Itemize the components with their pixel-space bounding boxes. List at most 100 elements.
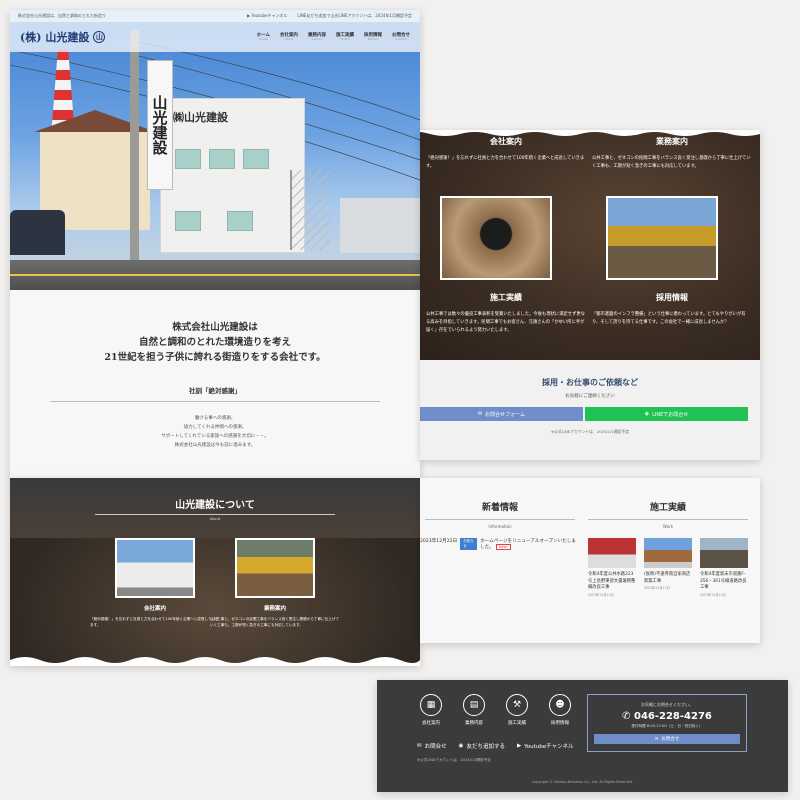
- works-item-1[interactable]: 令和4年度公共水路223号上長野東部文書兼務整備改良工事 2023年12月12日: [588, 538, 636, 598]
- line-icon: ◉: [458, 743, 464, 749]
- works-item-2[interactable]: (仮称)不遠寺南自家商店新築工事 2023年12月12日: [644, 538, 692, 592]
- pipe-work-photo: [440, 196, 552, 280]
- divider: [425, 519, 575, 520]
- building-photo: [115, 538, 195, 598]
- news-sub: Information: [488, 524, 512, 529]
- divider: [588, 519, 748, 520]
- youtube-icon: ▶: [516, 743, 522, 749]
- news-title: 新着情報: [481, 503, 518, 513]
- new-badge: New!: [496, 544, 511, 550]
- footer-contact-button[interactable]: ✉ お問合せ: [594, 734, 740, 744]
- hammer-icon: ⚒: [506, 694, 528, 716]
- mail-icon: ✉: [654, 736, 659, 742]
- parked-car: [10, 210, 65, 255]
- top-page-panel: ㈱山光建設 山光建設 株式会社山光建設は、自然と調和のとれた街造り ▶ Yout…: [10, 10, 420, 480]
- logo-text: 山光建設: [45, 31, 90, 44]
- nav-recruit[interactable]: 採用情報 Recruit: [364, 33, 382, 42]
- excavator-photo: [606, 196, 718, 280]
- wave-divider: [10, 657, 420, 666]
- clipboard-icon: ▤: [463, 694, 485, 716]
- building-icon: ▦: [420, 694, 442, 716]
- line-icon: ◉: [644, 411, 650, 417]
- divider: [50, 401, 380, 402]
- works-item-3[interactable]: 令和4年度第未市道路F-356・361号線道路改良工事 2023年12月12日: [700, 538, 748, 598]
- works-title: 施工実績: [649, 503, 686, 513]
- nav-service[interactable]: 業務内容 Service: [308, 33, 326, 42]
- youtube-link[interactable]: ▶ Youtubeチャンネル: [247, 13, 287, 19]
- contact-label: お気軽にお問合せください。: [641, 702, 693, 707]
- nav-links: ホーム Home 会社案内 About 業務内容 Service 施工実績 Works …: [257, 33, 410, 42]
- phone-number[interactable]: ✆ 046-228-4276: [588, 711, 746, 722]
- intro-section: 株式会社山光建設は 自然と調和のとれた環境造りを考え 21世紀を担う子供に誇れる…: [10, 290, 420, 480]
- divider: [95, 514, 335, 515]
- mail-icon: ✉: [477, 411, 483, 417]
- service-business[interactable]: 業務案内 公共工事と、ゼネコンの民間工事をバランス良く受注し基礎から丁寧に仕上げ…: [592, 136, 752, 171]
- about-card-business[interactable]: 業務案内 公共工事と、ゼネコンの民間工事をバランス良く受注し基礎から丁寧に仕上げ…: [210, 538, 340, 628]
- footer-youtube-link[interactable]: ▶ Youtubeチャンネル: [517, 742, 574, 750]
- works-photo: [644, 538, 692, 568]
- footer-line-link[interactable]: ◉ 友だち追加する: [459, 742, 505, 750]
- cta-section: 採用・お仕事のご依頼など お気軽にご連絡ください ✉ お問合せフォーム ◉ LINE…: [420, 360, 760, 460]
- intro-lead: 株式会社山光建設は 自然と調和のとれた環境造りを考え 21世紀を担う子供に誇れる…: [104, 322, 326, 363]
- works-sub: Work: [662, 524, 674, 529]
- services-panel: 会社案内 「絶対感謝！」を忘れずに社員と力を合わせて100年続く企業へと成長して…: [420, 130, 760, 460]
- news-section: 新着情報 Information: [420, 478, 580, 529]
- business-hours: 受付時間 8:00-17:00（土・日・祝日除く）: [631, 724, 703, 728]
- footer-nav-company[interactable]: ▦ 会社案内: [417, 694, 445, 726]
- about-card-company[interactable]: 会社案内 「絶対感謝！」を忘れずに社員と力を合わせて100年続く企業へと成長して…: [90, 538, 220, 628]
- people-icon: ☻: [549, 694, 571, 716]
- utility-pole: [130, 30, 139, 270]
- news-category-badge: お知らせ: [460, 538, 478, 550]
- copyright: Copyright © Sankou-Kensetsu Co., Ltd. Al…: [531, 780, 634, 784]
- contact-form-button[interactable]: ✉ お問合せフォーム: [420, 407, 583, 421]
- cta-title: 採用・お仕事のご依頼など: [542, 378, 638, 387]
- about-panel: 山光建設について About 会社案内 「絶対感謝！」を忘れずに社員と力を合わせ…: [10, 478, 420, 666]
- news-item[interactable]: 2023年12月22日 お知らせ ホームページをリニューアルオープンいたしました…: [420, 538, 580, 550]
- cta-sub: お気軽にご連絡ください: [565, 394, 615, 399]
- service-recruit[interactable]: 採用情報 「都市基盤のインフラ整備」という仕事に携わっています。とてもやりがいが…: [592, 292, 752, 327]
- vertical-sign: 山光建設: [147, 60, 173, 190]
- nav-about[interactable]: 会社案内 About: [280, 33, 298, 42]
- road: [10, 260, 420, 290]
- service-company[interactable]: 会社案内 「絶対感謝！」を忘れずに社員と力を合わせて100年続く企業へと成長して…: [426, 136, 586, 171]
- works-photo: [588, 538, 636, 568]
- excavator-photo: [235, 538, 315, 598]
- distant-building: [340, 198, 420, 253]
- company-building: ㈱山光建設: [160, 98, 305, 253]
- footer-nav-works[interactable]: ⚒ 施工実績: [503, 694, 531, 726]
- news-works-panel: 新着情報 Information 2023年12月22日 お知らせ ホームページ…: [420, 478, 760, 643]
- mail-icon: ✉: [417, 743, 422, 749]
- works-photo: [700, 538, 748, 568]
- line-notice: LINE友だち追加で山光LINEアカウントは、2024年1月開設予定: [297, 13, 412, 18]
- footer-nav-service[interactable]: ▤ 業務内容: [460, 694, 488, 726]
- about-title: 山光建設について: [175, 500, 255, 511]
- line-contact-button[interactable]: ◉ LINEでお問合せ: [585, 407, 748, 421]
- contact-box: お気軽にお問合せください。 ✆ 046-228-4276 受付時間 8:00-1…: [587, 694, 747, 752]
- hero-image: ㈱山光建設 山光建設: [10, 10, 420, 290]
- outdoor-stairs: [290, 170, 330, 250]
- cta-buttons: ✉ お問合せフォーム ◉ LINEでお問合せ: [420, 407, 748, 421]
- footer-contact-link[interactable]: ✉ お問合せ: [417, 742, 447, 750]
- service-works[interactable]: 施工実績 公共工事では数々の優良工事表彰を受賞いたしました。今後も現状に満足せず…: [426, 292, 586, 335]
- news-text[interactable]: ホームページをリニューアルオープンいたしました。 New!: [480, 538, 580, 550]
- tagline: 株式会社山光建設は、自然と調和のとれた街造り: [18, 13, 106, 18]
- nav-works[interactable]: 施工実績 Works: [336, 33, 354, 42]
- logo-mark-icon: 山: [93, 31, 106, 43]
- footer-icon-nav: ▦ 会社案内 ▤ 業務内容 ⚒ 施工実績 ☻ 採用情報: [417, 694, 574, 726]
- footer-note: ※公式LINEアカウントは、2024/1/1開設予定: [417, 758, 491, 762]
- site-logo[interactable]: (株) 山光建設 山: [20, 29, 106, 45]
- main-nav: (株) 山光建設 山 ホーム Home 会社案内 About 業務内容 Service…: [10, 22, 420, 52]
- about-sub: About: [209, 517, 221, 521]
- footer-links: ✉ お問合せ ◉ 友だち追加する ▶ Youtubeチャンネル: [417, 742, 574, 750]
- phone-icon: ✆: [622, 711, 631, 722]
- cta-note: ※公式LINEアカウントは、2024/1/1開設予定: [550, 429, 630, 434]
- services-background: 会社案内 「絶対感謝！」を忘れずに社員と力を合わせて100年続く企業へと成長して…: [420, 130, 760, 360]
- nav-home[interactable]: ホーム Home: [257, 33, 270, 42]
- footer-panel: ▦ 会社案内 ▤ 業務内容 ⚒ 施工実績 ☻ 採用情報 ✉ お問合せ ◉ 友だち追加…: [377, 680, 788, 792]
- nav-contact[interactable]: お問合せ Contact: [392, 33, 410, 42]
- works-section: 施工実績 Work: [588, 478, 748, 529]
- logo-prefix: (株): [20, 31, 42, 44]
- footer-nav-recruit[interactable]: ☻ 採用情報: [546, 694, 574, 726]
- news-date: 2023年12月22日: [420, 539, 458, 544]
- motto-title: 社訓「絶対感謝」: [189, 387, 241, 395]
